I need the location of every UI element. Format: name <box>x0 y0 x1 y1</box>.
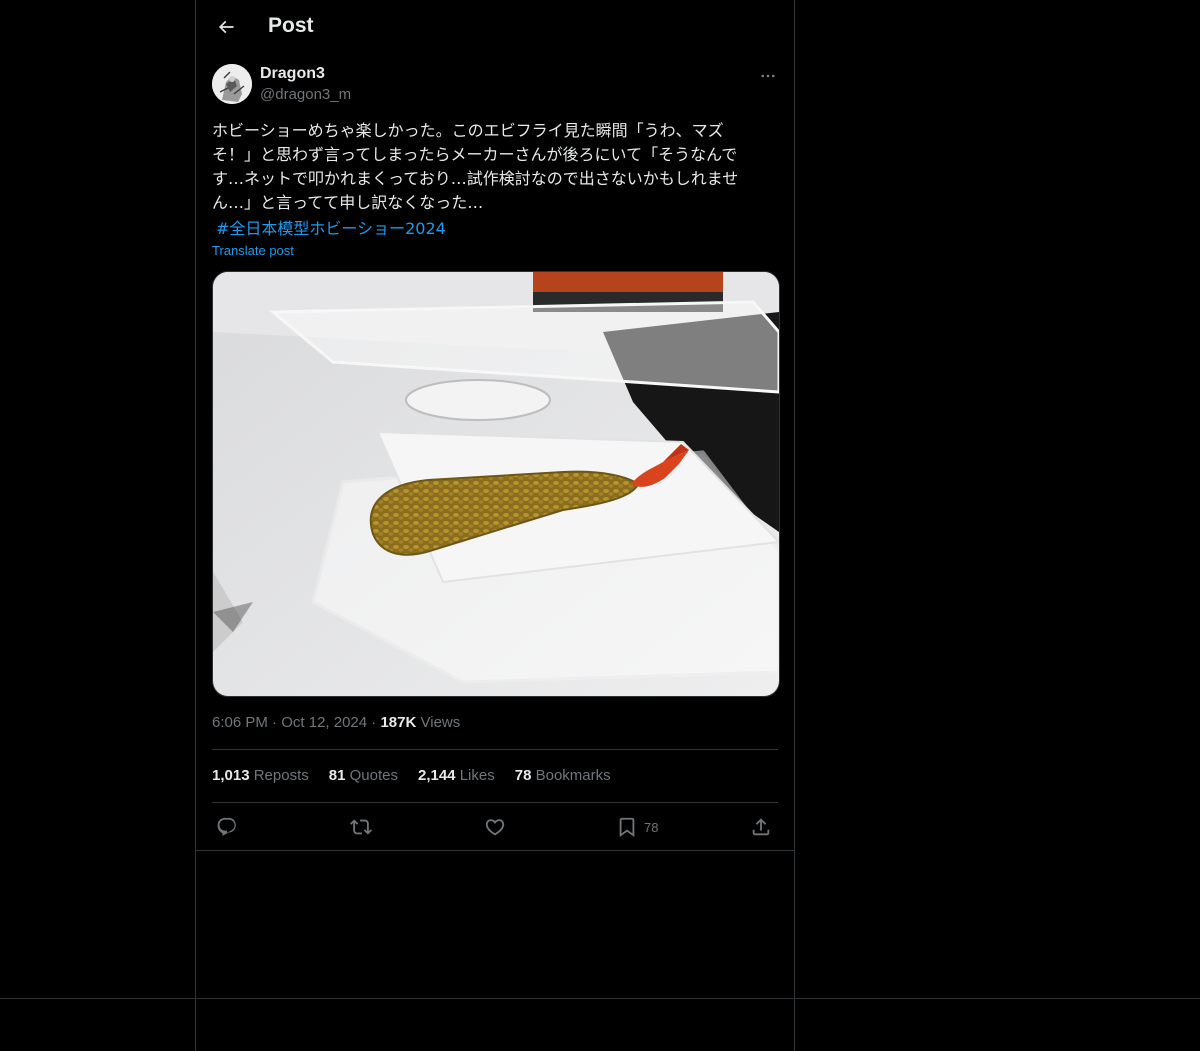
likes-stat[interactable]: 2,144 Likes <box>418 767 495 784</box>
quotes-stat[interactable]: 81 Quotes <box>329 767 398 784</box>
views-count: 187K <box>380 714 417 731</box>
reply-icon <box>216 816 238 838</box>
post-meta: 6:06 PM · Oct 12, 2024 · 187K Views <box>212 714 460 731</box>
page-title: Post <box>268 14 314 37</box>
fried-shrimp-photo <box>213 272 779 696</box>
reposts-stat[interactable]: 1,013 Reposts <box>212 767 309 784</box>
reply-button[interactable] <box>216 812 238 842</box>
hashtag-link[interactable]: #全日本模型ホビーショー2024 <box>216 215 446 239</box>
share-icon <box>750 816 772 838</box>
repost-icon <box>350 816 372 838</box>
author-name[interactable]: Dragon3 <box>260 65 325 83</box>
like-icon <box>484 816 506 838</box>
back-button[interactable] <box>208 9 244 45</box>
post-time[interactable]: 6:06 PM <box>212 714 268 731</box>
divider <box>0 998 1200 999</box>
divider <box>212 802 778 803</box>
divider <box>212 749 778 750</box>
post-date[interactable]: Oct 12, 2024 <box>281 714 367 731</box>
quotes-count: 81 <box>328 767 346 784</box>
post-text: ホビーショーめちゃ楽しかった。このエビフライ見た瞬間「うわ、マズ そ！」と思わず… <box>212 121 739 212</box>
bookmarks-count: 78 <box>514 767 532 784</box>
back-arrow-icon <box>216 17 236 37</box>
divider <box>196 850 794 851</box>
bookmark-count: 78 <box>644 819 659 835</box>
translate-post-link[interactable]: Translate post <box>212 243 294 258</box>
engagement-stats: 1,013 Reposts 81 Quotes 2,144 Likes 78 B… <box>212 767 611 784</box>
main-column: Post Dragon3 @dragon3_m ホビーショーめちゃ楽しかった。こ… <box>195 0 795 1051</box>
post-image[interactable] <box>212 271 780 697</box>
author-handle[interactable]: @dragon3_m <box>260 86 351 103</box>
more-icon <box>759 67 777 85</box>
bookmark-button[interactable]: 78 <box>616 812 658 842</box>
more-button[interactable] <box>756 64 780 88</box>
likes-count: 2,144 <box>417 767 456 784</box>
views-label: Views <box>420 714 461 731</box>
bookmarks-stat[interactable]: 78 Bookmarks <box>515 767 611 784</box>
header: Post <box>196 0 794 54</box>
like-button[interactable] <box>484 812 506 842</box>
reposts-label: Reposts <box>253 767 309 784</box>
reposts-count: 1,013 <box>212 767 250 784</box>
likes-label: Likes <box>459 767 495 784</box>
avatar[interactable] <box>212 64 252 104</box>
share-button[interactable] <box>750 812 772 842</box>
bookmarks-label: Bookmarks <box>535 767 611 784</box>
meta-dot: · <box>272 714 282 731</box>
action-bar: 78 <box>212 812 778 842</box>
bookmark-icon <box>616 816 638 838</box>
quotes-label: Quotes <box>349 767 398 784</box>
repost-button[interactable] <box>350 812 372 842</box>
